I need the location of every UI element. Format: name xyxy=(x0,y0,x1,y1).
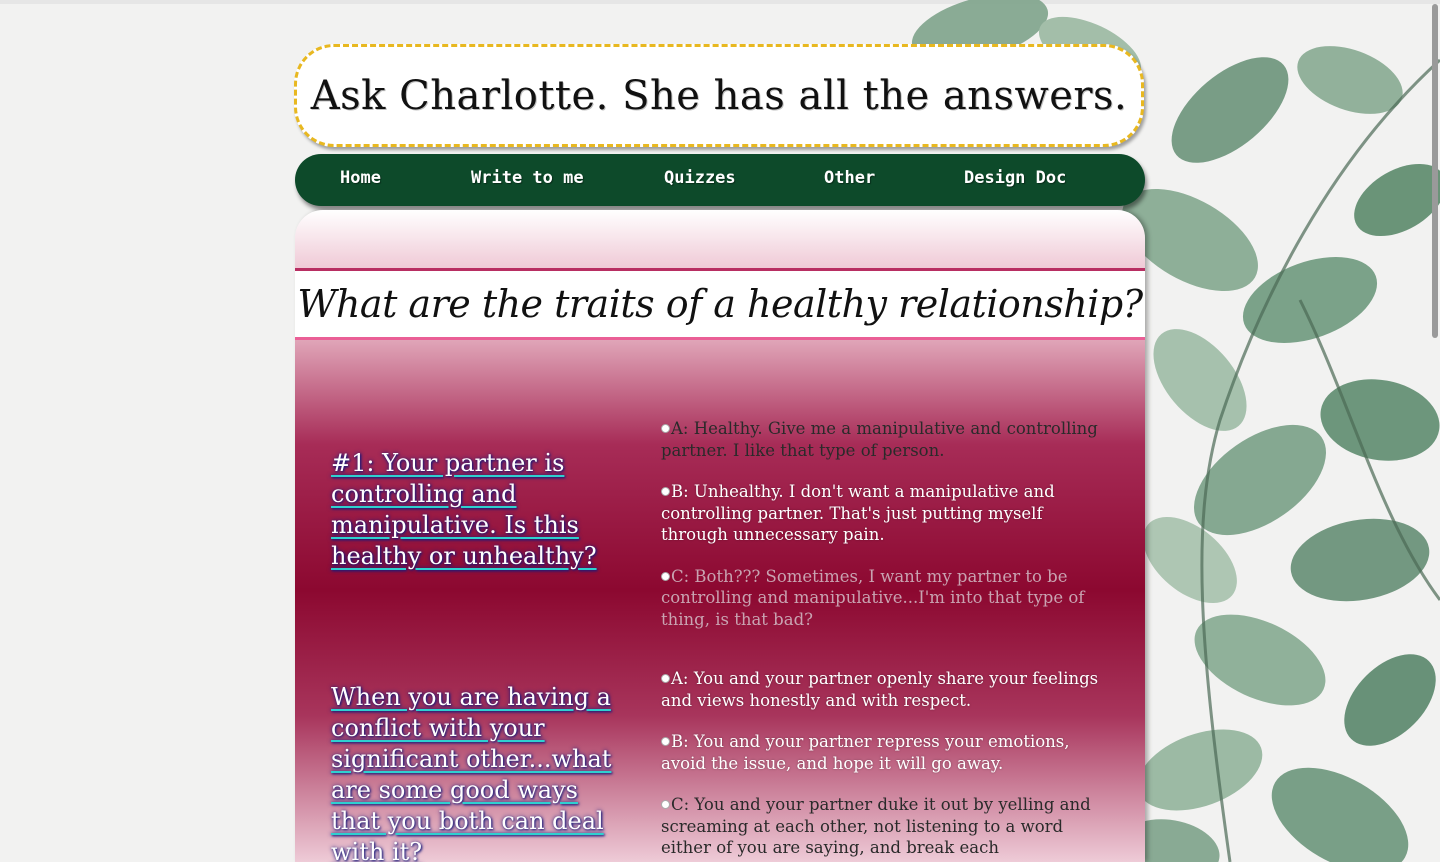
quiz-title-band: What are the traits of a healthy relatio… xyxy=(295,268,1145,340)
question-1-text: #1: Your partner is controlling and mani… xyxy=(331,449,597,570)
answer-label: A: You and your partner openly share you… xyxy=(661,669,1099,710)
question-1-answers: A: Healthy. Give me a manipulative and c… xyxy=(661,418,1111,650)
radio-icon[interactable] xyxy=(661,737,670,746)
q2-answer-b[interactable]: B: You and your partner repress your emo… xyxy=(661,731,1111,774)
nav-home[interactable]: Home xyxy=(340,168,381,188)
page-scrollbar[interactable] xyxy=(1432,4,1438,338)
nav-design-doc[interactable]: Design Doc xyxy=(964,168,1066,188)
quiz-title: What are the traits of a healthy relatio… xyxy=(297,282,1143,326)
q2-answer-c[interactable]: C: You and your partner duke it out by y… xyxy=(661,794,1111,859)
question-2-answers: A: You and your partner openly share you… xyxy=(661,668,1111,862)
nav-write-to-me[interactable]: Write to me xyxy=(471,168,584,188)
answer-label: B: You and your partner repress your emo… xyxy=(661,732,1070,773)
q1-answer-a[interactable]: A: Healthy. Give me a manipulative and c… xyxy=(661,418,1111,461)
answer-label: C: You and your partner duke it out by y… xyxy=(661,795,1091,857)
site-banner: Ask Charlotte. She has all the answers. xyxy=(294,44,1144,147)
q2-answer-a[interactable]: A: You and your partner openly share you… xyxy=(661,668,1111,711)
radio-icon[interactable] xyxy=(661,571,670,581)
question-2-text: When you are having a conflict with your… xyxy=(331,683,612,862)
q1-answer-b[interactable]: B: Unhealthy. I don't want a manipulativ… xyxy=(661,481,1111,546)
radio-icon[interactable] xyxy=(661,674,670,683)
main-nav: Home Write to me Quizzes Other Design Do… xyxy=(295,154,1145,206)
site-title: Ask Charlotte. She has all the answers. xyxy=(310,72,1128,119)
answer-label: A: Healthy. Give me a manipulative and c… xyxy=(661,419,1098,460)
quiz-panel: What are the traits of a healthy relatio… xyxy=(295,210,1145,862)
radio-icon[interactable] xyxy=(661,800,670,809)
q1-answer-c[interactable]: C: Both??? Sometimes, I want my partner … xyxy=(661,566,1111,631)
radio-icon[interactable] xyxy=(661,424,670,433)
answer-label: B: Unhealthy. I don't want a manipulativ… xyxy=(661,482,1055,544)
nav-quizzes[interactable]: Quizzes xyxy=(664,168,736,188)
nav-other[interactable]: Other xyxy=(824,168,875,188)
answer-label: C: Both??? Sometimes, I want my partner … xyxy=(661,566,1085,629)
radio-icon[interactable] xyxy=(661,487,670,496)
